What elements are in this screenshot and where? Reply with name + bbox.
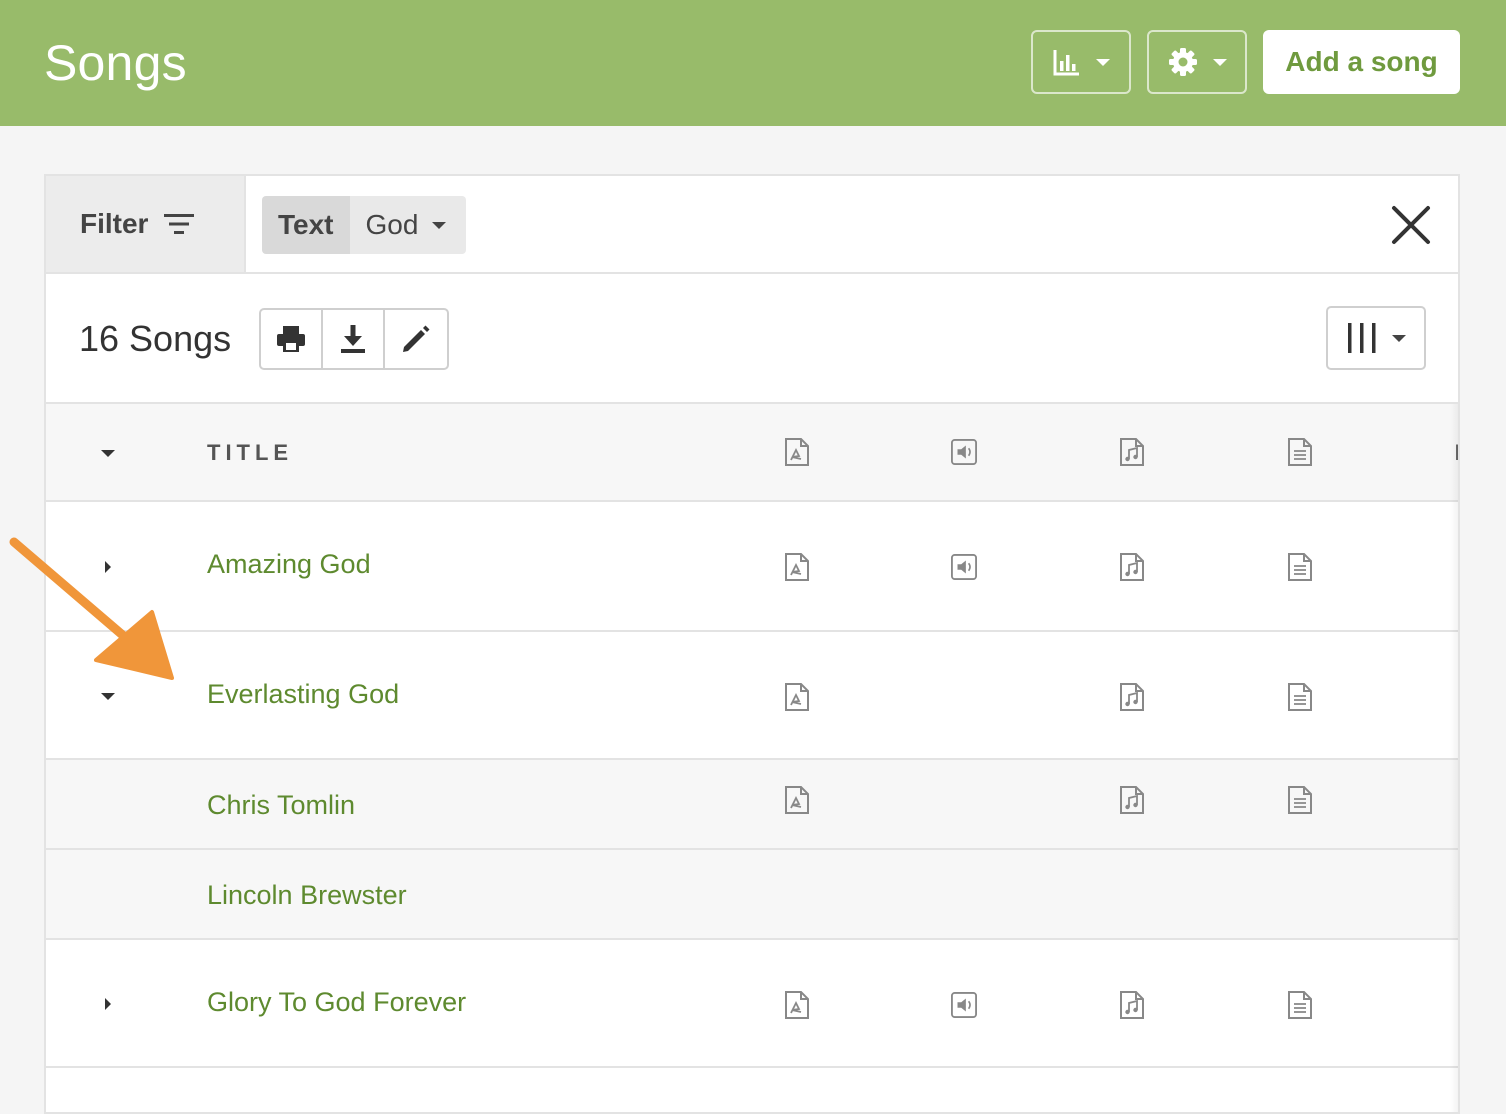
document-file-icon: [1288, 438, 1312, 466]
table-row[interactable]: Amazing God: [46, 502, 1458, 632]
pdf-file-icon[interactable]: [784, 553, 810, 581]
song-count: 16 Songs: [79, 318, 232, 359]
document-file-icon[interactable]: [1287, 991, 1313, 1019]
arrangement-row[interactable]: Lincoln Brewster: [46, 850, 1458, 940]
music-file-icon: [1120, 438, 1144, 466]
songs-panel: Filter Text God 16 Songs TITLE Amazing G…: [44, 174, 1460, 1114]
music-file-icon[interactable]: [1119, 553, 1145, 581]
arrangement-row[interactable]: Chris Tomlin: [46, 760, 1458, 850]
arrangement-link[interactable]: Lincoln Brewster: [207, 880, 407, 911]
columns-dropdown-button[interactable]: [1326, 306, 1426, 370]
music-file-icon[interactable]: [1119, 683, 1145, 711]
row-expand-toggle[interactable]: [100, 688, 116, 704]
audio-file-icon[interactable]: [951, 991, 977, 1019]
edit-button[interactable]: [385, 310, 447, 368]
song-title-link[interactable]: Everlasting God: [207, 679, 399, 710]
pdf-file-icon[interactable]: [784, 786, 810, 814]
filter-lines-icon: [164, 214, 195, 234]
chevron-down-icon: [1392, 334, 1406, 342]
audio-file-icon: [951, 439, 977, 465]
music-file-icon[interactable]: [1119, 991, 1145, 1019]
pdf-file-icon[interactable]: [784, 683, 810, 711]
gear-icon: [1169, 48, 1197, 76]
pdf-file-icon: [785, 438, 809, 466]
expand-all-toggle[interactable]: [100, 445, 116, 461]
print-icon: [277, 326, 305, 352]
settings-dropdown-button[interactable]: [1147, 30, 1247, 94]
add-song-button[interactable]: Add a song: [1263, 30, 1460, 94]
chevron-down-icon: [1096, 58, 1110, 66]
table-row[interactable]: Glory To God Forever: [46, 940, 1458, 1068]
document-file-icon[interactable]: [1287, 786, 1313, 814]
close-icon[interactable]: [1390, 204, 1432, 246]
audio-file-icon[interactable]: [951, 553, 977, 581]
column-header-title[interactable]: TITLE: [207, 440, 293, 466]
pencil-icon: [403, 325, 430, 352]
filter-chip[interactable]: Text God: [262, 196, 467, 254]
document-file-icon[interactable]: [1287, 683, 1313, 711]
download-button[interactable]: [323, 310, 385, 368]
pdf-file-icon[interactable]: [784, 991, 810, 1019]
filter-chip-value: God: [365, 209, 419, 240]
filter-bar: Filter Text God: [46, 176, 1458, 274]
table-row[interactable]: Everlasting God: [46, 632, 1458, 760]
annotation-arrow-icon: [9, 537, 174, 680]
list-toolbar: 16 Songs: [46, 274, 1458, 404]
chevron-down-icon: [101, 449, 115, 457]
chevron-right-icon: [105, 998, 111, 1010]
filter-label: Filter: [80, 208, 149, 239]
music-file-icon[interactable]: [1119, 786, 1145, 814]
columns-icon: [1348, 323, 1376, 353]
table-header-row: TITLE I: [46, 404, 1458, 502]
chevron-down-icon: [101, 692, 115, 700]
reports-dropdown-button[interactable]: [1031, 30, 1131, 94]
filter-chip-key: Text: [262, 196, 350, 254]
filter-chip-value-dropdown[interactable]: God: [349, 196, 467, 254]
download-icon: [341, 325, 365, 353]
scroll-shadow: [1450, 404, 1458, 1112]
song-title-link[interactable]: Amazing God: [207, 549, 371, 580]
filter-button[interactable]: Filter: [46, 176, 246, 272]
song-title-link[interactable]: Glory To God Forever: [207, 987, 466, 1018]
print-button[interactable]: [261, 310, 323, 368]
chevron-down-icon: [432, 221, 447, 229]
bar-chart-icon: [1053, 50, 1079, 76]
row-expand-toggle[interactable]: [100, 996, 116, 1012]
document-file-icon[interactable]: [1287, 553, 1313, 581]
page-title: Songs: [44, 35, 187, 91]
action-button-group: [259, 308, 449, 370]
top-bar: Songs Add a song: [0, 0, 1506, 126]
arrangement-link[interactable]: Chris Tomlin: [207, 790, 355, 821]
chevron-down-icon: [1213, 58, 1227, 66]
